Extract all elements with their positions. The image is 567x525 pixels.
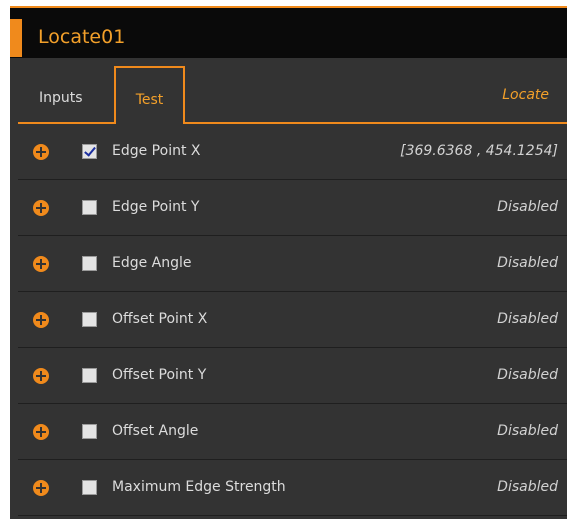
title-bar: Locate01	[10, 6, 567, 58]
checkbox-edge-point-x[interactable]	[82, 144, 97, 159]
checkbox-edge-point-y[interactable]	[82, 200, 97, 215]
list-item: Offset Angle Disabled	[18, 404, 567, 460]
plus-circle-icon[interactable]	[33, 424, 49, 440]
locate-panel: Locate01 Inputs Test Locate Edge Point X…	[10, 6, 567, 519]
tab-bar: Inputs Test Locate	[10, 58, 567, 124]
row-value: Disabled	[497, 479, 558, 495]
row-label: Edge Angle	[112, 255, 192, 271]
row-label: Offset Angle	[112, 423, 199, 439]
checkbox-offset-point-y[interactable]	[82, 368, 97, 383]
list-item: Maximum Edge Strength Disabled	[18, 460, 567, 516]
plus-circle-icon[interactable]	[33, 144, 49, 160]
plus-circle-icon[interactable]	[33, 200, 49, 216]
tab-test[interactable]: Test	[114, 66, 185, 124]
list-item: Edge Point X [369.6368 , 454.1254]	[18, 124, 567, 180]
row-label: Edge Point X	[112, 143, 201, 159]
row-label: Edge Point Y	[112, 199, 200, 215]
row-value: Disabled	[497, 255, 558, 271]
plus-circle-icon[interactable]	[33, 480, 49, 496]
row-value: Disabled	[497, 199, 558, 215]
plus-circle-icon[interactable]	[33, 312, 49, 328]
panel-title: Locate01	[38, 26, 126, 48]
list-item: Offset Point Y Disabled	[18, 348, 567, 404]
row-label: Maximum Edge Strength	[112, 479, 286, 495]
tab-test-label: Test	[135, 92, 164, 108]
list-item: Offset Point X Disabled	[18, 292, 567, 348]
results-list: Edge Point X [369.6368 , 454.1254] Edge …	[18, 124, 567, 516]
row-value: Disabled	[497, 367, 558, 383]
row-label: Offset Point X	[112, 311, 208, 327]
title-accent-bar	[10, 19, 22, 57]
list-item: Edge Angle Disabled	[18, 236, 567, 292]
checkbox-offset-point-x[interactable]	[82, 312, 97, 327]
row-label: Offset Point Y	[112, 367, 207, 383]
checkbox-maximum-edge-strength[interactable]	[82, 480, 97, 495]
row-value: Disabled	[497, 423, 558, 439]
list-item: Edge Point Y Disabled	[18, 180, 567, 236]
row-value: [369.6368 , 454.1254]	[400, 143, 558, 159]
row-value: Disabled	[497, 311, 558, 327]
plus-circle-icon[interactable]	[33, 256, 49, 272]
checkbox-offset-angle[interactable]	[82, 424, 97, 439]
section-label-locate: Locate	[502, 87, 549, 103]
checkbox-edge-angle[interactable]	[82, 256, 97, 271]
plus-circle-icon[interactable]	[33, 368, 49, 384]
tab-inputs[interactable]: Inputs	[39, 90, 83, 106]
